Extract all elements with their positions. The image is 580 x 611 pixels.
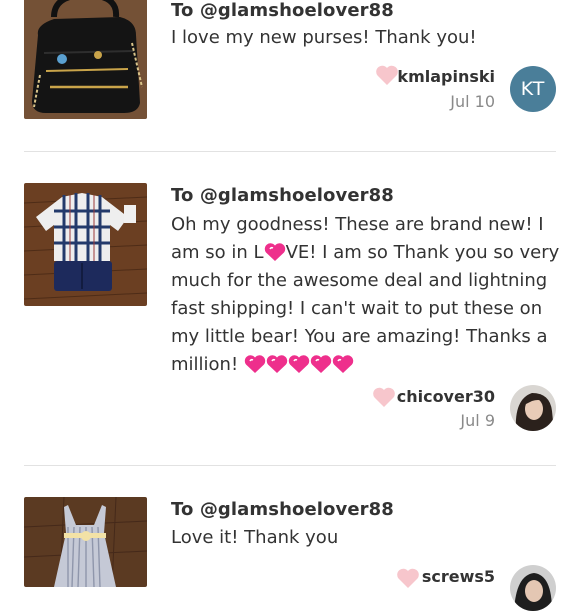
review-message: I love my new purses! Thank you! <box>171 27 477 48</box>
review-message: Love it! Thank you <box>171 527 339 548</box>
sparkling-heart-emoji <box>244 355 266 373</box>
review-date: Jul 9 <box>460 411 495 430</box>
product-thumbnail-outfit[interactable] <box>24 183 147 306</box>
sparkling-heart-emoji <box>288 355 310 373</box>
avatar[interactable]: KT <box>510 66 556 112</box>
sparkling-heart-emoji <box>310 355 332 373</box>
product-thumbnail-dress[interactable] <box>24 497 147 587</box>
review-recipient[interactable]: To @glamshoelover88 <box>171 185 394 206</box>
sparkling-heart-emoji <box>266 355 288 373</box>
heart-icon[interactable] <box>372 386 396 408</box>
reviewer-username[interactable]: kmlapinski <box>397 67 495 86</box>
review-message: Oh my goodness! These are brand new! I a… <box>171 211 561 379</box>
sparkling-heart-emoji <box>332 355 354 373</box>
reviewer-username[interactable]: screws5 <box>422 567 495 586</box>
sparkling-heart-emoji <box>264 243 285 261</box>
product-thumbnail-handbag[interactable] <box>24 0 147 119</box>
heart-icon[interactable] <box>396 567 420 589</box>
avatar-initials: KT <box>520 78 546 100</box>
review-divider <box>24 465 556 466</box>
heart-icon[interactable] <box>375 64 399 86</box>
emoji-row <box>244 354 354 375</box>
review-recipient[interactable]: To @glamshoelover88 <box>171 499 394 520</box>
review-date: Jul 10 <box>450 92 495 111</box>
review-recipient[interactable]: To @glamshoelover88 <box>171 0 394 21</box>
avatar[interactable] <box>510 565 556 611</box>
reviewer-username[interactable]: chicover30 <box>397 387 495 406</box>
review-divider <box>24 151 556 152</box>
avatar[interactable] <box>510 385 556 431</box>
